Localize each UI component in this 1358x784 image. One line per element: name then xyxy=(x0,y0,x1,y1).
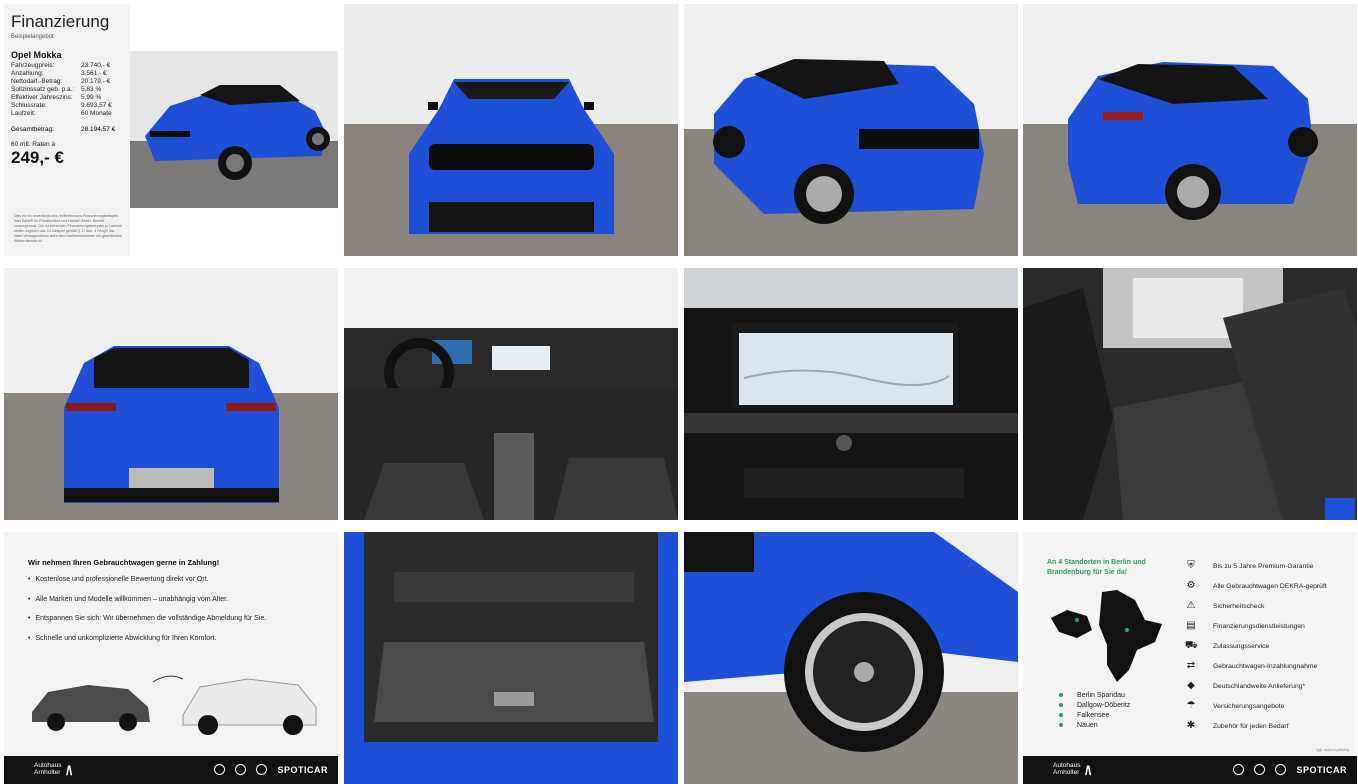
partner-logos: SPOTICAR xyxy=(1233,764,1347,775)
locations-footnote: *ggf. aufpreispflichtig xyxy=(1315,748,1349,752)
list-item: Falkensee xyxy=(1059,710,1130,720)
service-item: ▤ Finanzierungsdienstleistungen xyxy=(1186,620,1305,631)
hyundai-logo-icon xyxy=(1233,764,1245,775)
service-item: ⚙ Alle Gebrauchtwagen DEKRA-geprüft xyxy=(1186,580,1327,591)
list-item: Nauen xyxy=(1059,720,1130,730)
spoticar-logo: SPOTICAR xyxy=(1296,764,1347,775)
warning-triangle-icon: ⚠ xyxy=(1186,600,1196,611)
location-dot-icon xyxy=(1059,703,1063,707)
infotainment-screen-photo[interactable] xyxy=(684,268,1018,520)
list-item: Berlin Spandau xyxy=(1059,690,1130,700)
dealer-logo-icon: /\ xyxy=(66,763,72,778)
locations-headline: An 4 Standorten in Berlin und Brandenbur… xyxy=(1047,559,1146,576)
trade-in-title: Wir nehmen Ihren Gebrauchtwagen gerne in… xyxy=(28,558,220,567)
list-item: Entspannen Sie sich: Wir übernehmen die … xyxy=(28,615,266,635)
opel-logo-icon xyxy=(1254,764,1266,775)
car-photo-front-three-quarter[interactable] xyxy=(684,4,1018,256)
list-item: Kostenlose und professionelle Bewertung … xyxy=(28,576,266,596)
tradein-icon: ⇄ xyxy=(1186,660,1196,671)
trunk-photo[interactable] xyxy=(344,532,678,784)
service-item: ✱ Zubehör für jeden Bedarf xyxy=(1186,720,1289,731)
locations-list: Berlin Spandau Dallgow-Döberitz Falkense… xyxy=(1059,690,1130,730)
insurance-icon: ☂ xyxy=(1186,700,1196,711)
trade-in-list: Kostenlose und professionelle Bewertung … xyxy=(28,576,266,654)
citroen-logo-icon xyxy=(1275,764,1287,775)
finance-fine-print: Dies ist ein unverbindliches, freibleibe… xyxy=(14,214,122,243)
hyundai-logo-icon xyxy=(214,764,226,775)
finance-total: Gesamtbetrag: 28.194,57 € xyxy=(11,126,116,133)
dealer-brand: Autohaus Arnholter xyxy=(1053,762,1081,776)
car-photo-front-side xyxy=(130,51,338,208)
finance-panel: Finanzierung Beispielangebot Opel Mokka … xyxy=(4,4,130,256)
service-item: ⛨ Bis zu 5 Jahre Premium-Garantie xyxy=(1185,556,1327,576)
shield-check-icon: ⛨ xyxy=(1187,560,1195,571)
brandenburg-map-icon xyxy=(1051,590,1162,682)
finance-row: Anzahlung: 3.561,- € xyxy=(11,70,107,77)
list-item: Schnelle und unkomplizierte Abwicklung f… xyxy=(28,635,266,655)
finance-row: Fahrzeugpreis: 23.740,- € xyxy=(11,62,111,69)
trade-in-cars-illustration xyxy=(32,675,317,735)
locations-tile[interactable]: An 4 Standorten in Berlin und Brandenbur… xyxy=(1023,532,1357,784)
service-item: ⚠ Sicherheitscheck xyxy=(1186,600,1265,611)
finance-model: Opel Mokka xyxy=(11,50,62,60)
service-item: ☂ Versicherungsangebote xyxy=(1186,700,1285,711)
car-photo-front[interactable] xyxy=(344,4,678,256)
citroen-logo-icon xyxy=(256,764,268,775)
finance-tile[interactable]: Finanzierung Beispielangebot Opel Mokka … xyxy=(4,4,338,256)
car-photo-rear[interactable] xyxy=(4,268,338,520)
list-item: Dallgow-Döberitz xyxy=(1059,700,1130,710)
finance-subtitle: Beispielangebot xyxy=(11,34,54,40)
car-icon: ⛟ xyxy=(1185,640,1198,651)
germany-icon: ◆ xyxy=(1187,680,1195,691)
finance-row: Sollzinssatz geb. p.a.: 5,83 % xyxy=(11,86,102,93)
dealer-footer: Autohaus Arnholter /\ SPOTICAR xyxy=(4,756,338,784)
wheel-detail-photo[interactable] xyxy=(684,532,1018,784)
service-item: ⇄ Gebrauchtwagen-Inzahlungnahme xyxy=(1186,660,1318,671)
services-list: ⛨ Bis zu 5 Jahre Premium-Garantie ⚙ Alle G… xyxy=(1185,556,1327,736)
dealer-logo-icon: /\ xyxy=(1085,763,1091,778)
trade-in-tile[interactable]: Wir nehmen Ihren Gebrauchtwagen gerne in… xyxy=(4,532,338,784)
finance-row: Nettodarl.-Betrag: 20.179,- € xyxy=(11,78,111,85)
location-dot-icon xyxy=(1059,693,1063,697)
accessory-icon: ✱ xyxy=(1186,720,1196,731)
dealer-brand: Autohaus Arnholter xyxy=(34,762,62,776)
rear-seats-photo[interactable] xyxy=(1023,268,1357,520)
finance-title: Finanzierung xyxy=(11,12,110,31)
partner-logos: SPOTICAR xyxy=(214,764,328,775)
dealer-footer: Autohaus Arnholter /\ SPOTICAR xyxy=(1023,756,1357,784)
list-item: Alle Marken und Modelle willkommen – una… xyxy=(28,596,266,616)
finance-row: Schlussrate: 9.693,57 € xyxy=(11,102,112,109)
finance-icon: ▤ xyxy=(1186,620,1196,631)
interior-cockpit-photo[interactable] xyxy=(344,268,678,520)
finance-rows: Fahrzeugpreis: 23.740,- € Anzahlung: 3.561… xyxy=(11,62,123,118)
finance-row: Effektiver Jahreszins: 5,99 % xyxy=(11,94,102,101)
location-dot-icon xyxy=(1059,723,1063,727)
finance-rate-label: 60 mtl. Raten à xyxy=(11,141,56,148)
service-item: ⛟ Zulassungsservice xyxy=(1185,640,1270,651)
service-item: ◆ Deutschlandweite Anlieferung* xyxy=(1185,676,1327,696)
tools-icon: ⚙ xyxy=(1186,580,1196,591)
spoticar-logo: SPOTICAR xyxy=(277,764,328,775)
opel-logo-icon xyxy=(235,764,247,775)
car-photo-rear-three-quarter[interactable] xyxy=(1023,4,1357,256)
finance-rate-value: 249,- € xyxy=(11,148,64,167)
location-dot-icon xyxy=(1059,713,1063,717)
finance-row: Laufzeit: 60 Monate xyxy=(11,110,112,117)
